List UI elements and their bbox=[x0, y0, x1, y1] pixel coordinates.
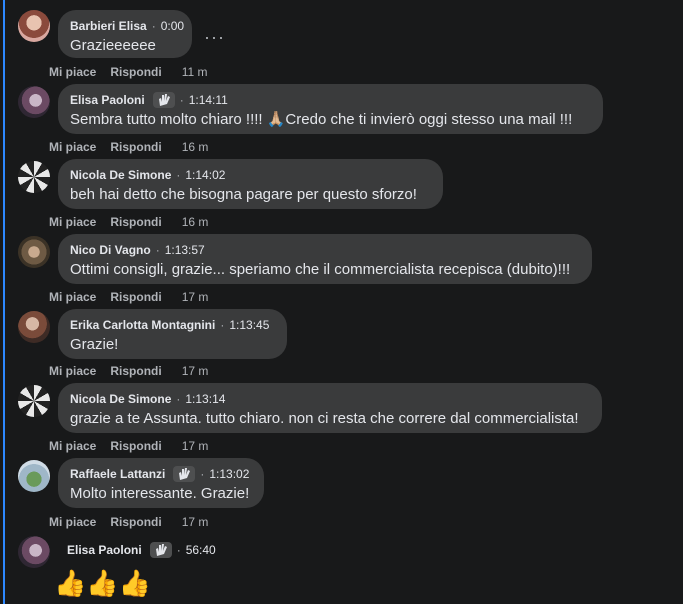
like-button[interactable]: Mi piace bbox=[49, 140, 96, 154]
like-button[interactable]: Mi piace bbox=[49, 290, 96, 304]
comment-timestamp[interactable]: 1:14:02 bbox=[185, 167, 225, 183]
comment-author[interactable]: Nicola De Simone bbox=[70, 167, 171, 183]
separator-dot: · bbox=[176, 543, 181, 557]
comment-age[interactable]: 17 m bbox=[182, 515, 209, 529]
comment-text: Molto interessante. Grazie! bbox=[70, 485, 250, 502]
comment-bubble: Nicola De Simone · 1:14:02 beh hai detto… bbox=[58, 159, 443, 209]
top-fan-badge bbox=[173, 466, 196, 482]
comment-author[interactable]: Barbieri Elisa bbox=[70, 18, 147, 34]
waving-hand-icon bbox=[155, 544, 167, 556]
top-fan-badge bbox=[149, 542, 172, 558]
avatar[interactable] bbox=[18, 385, 50, 417]
separator-dot: · bbox=[220, 318, 225, 332]
avatar[interactable] bbox=[18, 161, 50, 193]
comment-author[interactable]: Nicola De Simone bbox=[70, 391, 171, 407]
avatar[interactable] bbox=[18, 460, 50, 492]
separator-dot: · bbox=[176, 168, 181, 182]
comment-timestamp[interactable]: 1:13:14 bbox=[185, 391, 225, 407]
top-fan-badge bbox=[152, 92, 175, 108]
avatar[interactable] bbox=[18, 236, 50, 268]
reply-button[interactable]: Rispondi bbox=[110, 515, 161, 529]
comment-text: Ottimi consigli, grazie... speriamo che … bbox=[70, 261, 571, 278]
comment-age[interactable]: 17 m bbox=[182, 290, 209, 304]
comment-bubble: Nico Di Vagno · 1:13:57 Ottimi consigli,… bbox=[58, 234, 592, 284]
comment-actions: Mi piace Rispondi 16 m bbox=[49, 139, 208, 155]
comment-actions: Mi piace Rispondi 16 m bbox=[49, 214, 208, 230]
comment-actions: Mi piace Rispondi 17 m bbox=[49, 438, 208, 454]
comment-author[interactable]: Elisa Paoloni bbox=[67, 543, 142, 557]
comment-bubble: Elisa Paoloni · 1:14:11 Sembra tutto mol… bbox=[58, 84, 603, 134]
reply-button[interactable]: Rispondi bbox=[110, 439, 161, 453]
separator-dot: · bbox=[179, 93, 184, 107]
separator-dot: · bbox=[200, 467, 205, 481]
waving-hand-icon bbox=[179, 468, 191, 480]
separator-dot: · bbox=[155, 243, 160, 257]
reply-button[interactable]: Rispondi bbox=[110, 364, 161, 378]
separator-dot: · bbox=[176, 392, 181, 406]
separator-dot: · bbox=[151, 19, 156, 33]
comment-age[interactable]: 17 m bbox=[182, 364, 209, 378]
comment-bubble: Barbieri Elisa · 0:00 Grazieeeeee bbox=[58, 10, 192, 58]
reply-button[interactable]: Rispondi bbox=[110, 215, 161, 229]
like-button[interactable]: Mi piace bbox=[49, 65, 96, 79]
more-options-icon[interactable]: ··· bbox=[204, 28, 225, 46]
comment-text: grazie a te Assunta. tutto chiaro. non c… bbox=[70, 410, 579, 427]
thumbs-up-emoji-message: 👍👍👍 bbox=[54, 568, 152, 598]
comment-actions: Mi piace Rispondi 17 m bbox=[49, 514, 208, 530]
comment-text: Sembra tutto molto chiaro !!!! 🙏🏼Credo c… bbox=[70, 111, 573, 128]
comment-age[interactable]: 16 m bbox=[182, 140, 209, 154]
waving-hand-icon bbox=[158, 94, 170, 106]
comment-author[interactable]: Raffaele Lattanzi bbox=[70, 466, 165, 482]
like-button[interactable]: Mi piace bbox=[49, 515, 96, 529]
comment-timestamp[interactable]: 56:40 bbox=[186, 543, 216, 557]
comment-age[interactable]: 17 m bbox=[182, 439, 209, 453]
comment-actions: Mi piace Rispondi 17 m bbox=[49, 363, 208, 379]
reply-button[interactable]: Rispondi bbox=[110, 65, 161, 79]
like-button[interactable]: Mi piace bbox=[49, 215, 96, 229]
comment-actions: Mi piace Rispondi 17 m bbox=[49, 289, 208, 305]
comment-timestamp[interactable]: 1:13:45 bbox=[229, 317, 269, 333]
avatar[interactable] bbox=[18, 536, 50, 568]
comment-text: beh hai detto che bisogna pagare per que… bbox=[70, 186, 417, 203]
reply-button[interactable]: Rispondi bbox=[110, 290, 161, 304]
like-button[interactable]: Mi piace bbox=[49, 364, 96, 378]
thread-accent-line bbox=[3, 0, 5, 604]
comment-bubble: Erika Carlotta Montagnini · 1:13:45 Graz… bbox=[58, 309, 287, 359]
comment-text: Grazieeeeee bbox=[70, 37, 156, 54]
comment-age[interactable]: 11 m bbox=[182, 65, 208, 79]
comment-author[interactable]: Erika Carlotta Montagnini bbox=[70, 317, 215, 333]
comment-timestamp[interactable]: 1:13:02 bbox=[209, 466, 249, 482]
comment-bubble: Raffaele Lattanzi · 1:13:02 Molto intere… bbox=[58, 458, 264, 508]
comment-author[interactable]: Elisa Paoloni bbox=[70, 92, 145, 108]
avatar[interactable] bbox=[18, 10, 50, 42]
comment-bubble: Nicola De Simone · 1:13:14 grazie a te A… bbox=[58, 383, 602, 433]
comment-author[interactable]: Nico Di Vagno bbox=[70, 242, 151, 258]
avatar[interactable] bbox=[18, 86, 50, 118]
avatar[interactable] bbox=[18, 311, 50, 343]
comment-timestamp[interactable]: 1:14:11 bbox=[189, 92, 228, 108]
comment-header: Elisa Paoloni · 56:40 bbox=[67, 542, 216, 558]
reply-button[interactable]: Rispondi bbox=[110, 140, 161, 154]
comment-text: Grazie! bbox=[70, 336, 119, 353]
comment-timestamp[interactable]: 0:00 bbox=[161, 18, 184, 34]
like-button[interactable]: Mi piace bbox=[49, 439, 96, 453]
comment-timestamp[interactable]: 1:13:57 bbox=[165, 242, 205, 258]
comment-actions: Mi piace Rispondi 11 m bbox=[49, 64, 207, 80]
comment-age[interactable]: 16 m bbox=[182, 215, 209, 229]
